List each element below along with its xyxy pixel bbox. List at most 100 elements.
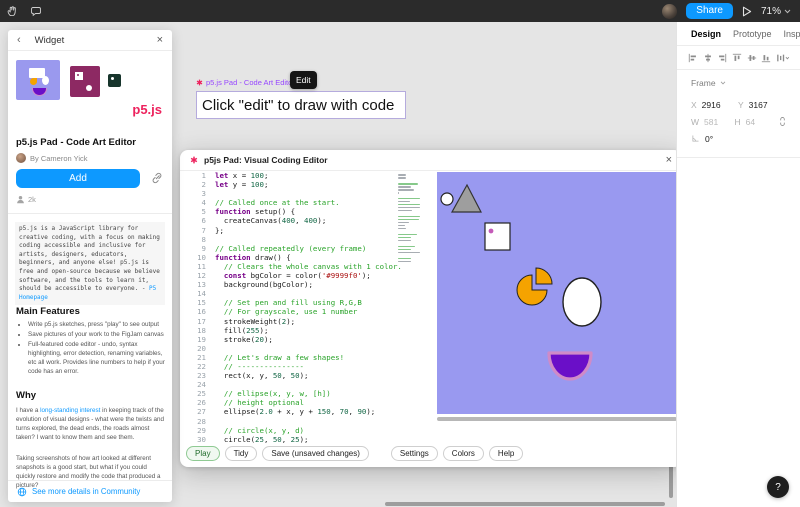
code-line[interactable]: 2 let y = 100; — [186, 180, 398, 189]
settings-button[interactable]: Settings — [391, 446, 438, 461]
canvas-horizontal-scrollbar[interactable] — [385, 502, 665, 506]
help-button-modal[interactable]: Help — [489, 446, 523, 461]
code-line[interactable]: 19 stroke(20); — [186, 335, 398, 344]
author-name[interactable]: By Cameron Yick — [30, 154, 88, 163]
thumb-shape — [111, 77, 114, 80]
close-icon[interactable]: × — [157, 34, 163, 46]
modal-header: p5js Pad: Visual Coding Editor × — [180, 150, 682, 171]
y-position-field[interactable]: Y 3167 — [738, 100, 785, 110]
x-position-field[interactable]: X 2916 — [691, 100, 738, 110]
code-line[interactable]: 14 — [186, 289, 398, 298]
preview-horizontal-scrollbar[interactable] — [437, 417, 677, 421]
zoom-menu[interactable]: 71% — [761, 6, 791, 17]
features-list: Write p5.js sketches, press "play" to se… — [16, 320, 168, 377]
tab-prototype[interactable]: Prototype — [733, 29, 772, 39]
code-line[interactable]: 25 // ellipse(x, y, w, [h]) — [186, 389, 398, 398]
panel-title: Widget — [35, 35, 65, 46]
interest-link[interactable]: long-standing interest — [40, 407, 100, 414]
play-button[interactable]: Play — [186, 446, 220, 461]
distribute-more-button[interactable] — [776, 53, 790, 63]
code-line[interactable]: 30 circle(25, 50, 25); — [186, 435, 398, 444]
code-line[interactable]: 3 — [186, 189, 398, 198]
line-content: createCanvas(400, 400); — [215, 216, 326, 225]
align-bottom-button[interactable] — [761, 53, 771, 63]
widget-thumbnail-2[interactable] — [70, 66, 100, 97]
thumb-shape — [86, 85, 92, 91]
help-button[interactable]: ? — [767, 476, 789, 498]
code-line[interactable]: 6 createCanvas(400, 400); — [186, 216, 398, 225]
height-field[interactable]: H 64 — [735, 117, 779, 127]
save-button[interactable]: Save (unsaved changes) — [262, 446, 369, 461]
code-line[interactable]: 4 // Called once at the start. — [186, 198, 398, 207]
close-icon[interactable]: × — [666, 154, 672, 166]
code-line[interactable]: 5 function setup() { — [186, 207, 398, 216]
align-vertical-center-button[interactable] — [747, 53, 757, 63]
code-line[interactable]: 16 // For grayscale, use 1 number — [186, 307, 398, 316]
p5-asterisk-icon — [196, 79, 203, 86]
sketch-square — [485, 223, 510, 250]
line-content: ellipse(2.0 + x, y + 150, 70, 90); — [215, 407, 375, 416]
code-line[interactable]: 12 const bgColor = color('#9999f0'); — [186, 271, 398, 280]
line-content: // --------------- — [215, 362, 304, 371]
code-line[interactable]: 10 function draw() { — [186, 253, 398, 262]
align-top-button[interactable] — [732, 53, 742, 63]
code-line[interactable]: 22 // --------------- — [186, 362, 398, 371]
align-right-button[interactable] — [717, 53, 727, 63]
code-line[interactable]: 1 let x = 100; — [186, 171, 398, 180]
code-line[interactable]: 13 background(bgColor); — [186, 280, 398, 289]
copy-link-button[interactable] — [151, 172, 163, 184]
widget-thumbnail-3[interactable] — [108, 74, 121, 87]
add-widget-button[interactable]: Add — [16, 169, 140, 188]
frame-section-header[interactable]: Frame — [691, 78, 787, 88]
widget-thumbnail-1[interactable] — [16, 60, 60, 100]
code-line[interactable]: 23 rect(x, y, 50, 50); — [186, 371, 398, 380]
edit-button[interactable]: Edit — [290, 71, 317, 89]
present-button[interactable] — [742, 6, 752, 17]
code-line[interactable]: 24 — [186, 380, 398, 389]
align-left-icon — [688, 53, 698, 63]
hand-tool-button[interactable] — [0, 0, 24, 22]
code-line[interactable]: 7 }; — [186, 226, 398, 235]
code-line[interactable]: 29 // circle(x, y, d) — [186, 426, 398, 435]
p5-asterisk-icon — [190, 156, 198, 164]
install-count: 2k — [16, 195, 36, 204]
divider — [8, 213, 172, 214]
colors-button[interactable]: Colors — [443, 446, 484, 461]
code-line[interactable]: 18 fill(255); — [186, 326, 398, 335]
align-horizontal-center-button[interactable] — [703, 53, 713, 63]
line-content: stroke(20); — [215, 335, 273, 344]
code-line[interactable]: 21 // Let's draw a few shapes! — [186, 353, 398, 362]
code-editor[interactable]: 1 let x = 100; 2 let y = 100; 3 4 // Cal… — [186, 171, 398, 444]
rotation-field[interactable]: 0° — [691, 134, 738, 144]
comment-tool-button[interactable] — [24, 0, 48, 22]
line-number: 30 — [186, 435, 215, 444]
user-avatar[interactable] — [662, 4, 677, 19]
back-chevron-icon[interactable]: ‹ — [17, 34, 21, 46]
code-line[interactable]: 8 — [186, 235, 398, 244]
line-content: // circle(x, y, d) — [215, 426, 304, 435]
code-line[interactable]: 11 // Clears the whole canvas with 1 col… — [186, 262, 398, 271]
community-link[interactable]: See more details in Community — [32, 487, 140, 496]
p5-widget-frame[interactable]: Click "edit" to draw with code — [196, 91, 406, 119]
align-left-button[interactable] — [688, 53, 698, 63]
code-line[interactable]: 27 ellipse(2.0 + x, y + 150, 70, 90); — [186, 407, 398, 416]
tab-design[interactable]: Design — [691, 29, 721, 39]
code-line[interactable]: 17 strokeWeight(2); — [186, 317, 398, 326]
line-content: // ellipse(x, y, w, [h]) — [215, 389, 331, 398]
code-line[interactable]: 9 // Called repeatedly (every frame) — [186, 244, 398, 253]
line-number: 23 — [186, 371, 215, 380]
x-value: 2916 — [702, 100, 721, 110]
tab-inspect[interactable]: Inspect — [784, 29, 800, 39]
code-line[interactable]: 20 — [186, 344, 398, 353]
code-line[interactable]: 26 // height optional — [186, 398, 398, 407]
width-field[interactable]: W 581 — [691, 117, 735, 127]
code-line[interactable]: 15 // Set pen and fill using R,G,B — [186, 298, 398, 307]
line-number: 17 — [186, 317, 215, 326]
thumb-shape — [77, 74, 79, 76]
code-line[interactable]: 28 — [186, 417, 398, 426]
sketch-preview-canvas[interactable] — [437, 172, 677, 414]
code-minimap[interactable] — [398, 174, 422, 264]
tidy-button[interactable]: Tidy — [225, 446, 258, 461]
share-button[interactable]: Share — [686, 3, 733, 19]
constrain-proportions-button[interactable] — [778, 116, 787, 127]
